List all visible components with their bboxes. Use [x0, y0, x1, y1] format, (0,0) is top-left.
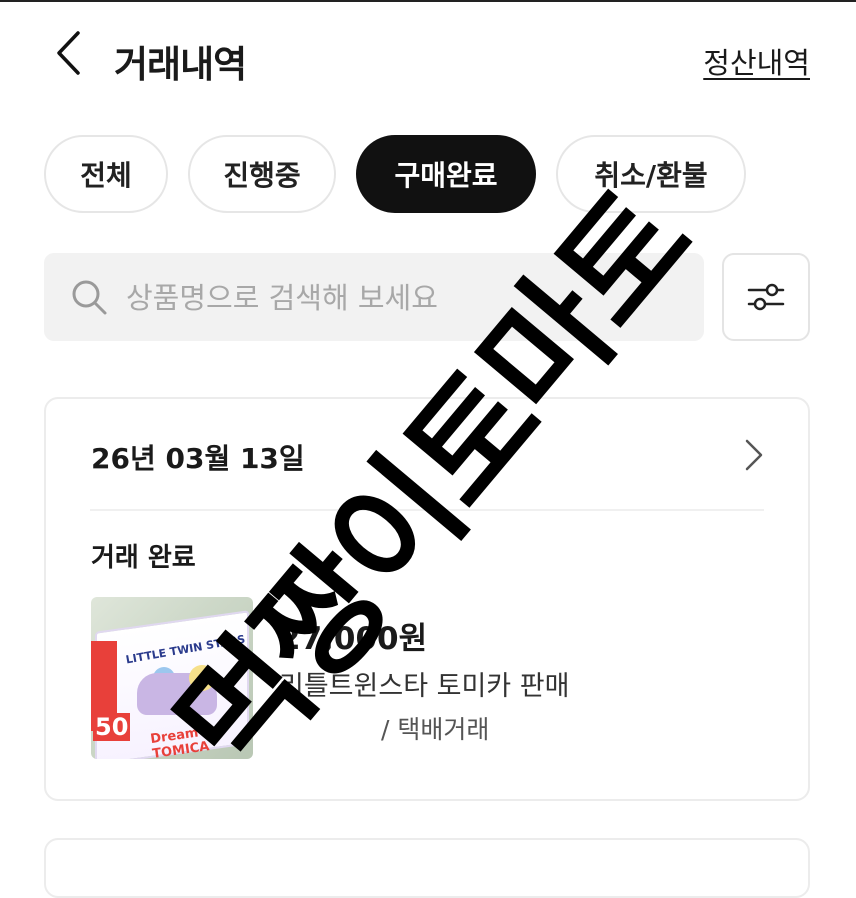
- back-button[interactable]: [48, 30, 88, 76]
- transaction-card[interactable]: 26년 03월 13일 거래 완료 LITTLE TWIN STARS 50 D…: [44, 397, 810, 801]
- search-icon: [72, 280, 107, 315]
- transaction-card[interactable]: [44, 838, 810, 898]
- filter-button[interactable]: [722, 253, 810, 341]
- character-shape: [189, 665, 215, 691]
- search-bar: [44, 253, 704, 341]
- header: 거래내역 정산내역: [0, 20, 856, 90]
- transaction-date: 26년 03월 13일: [91, 442, 305, 475]
- trade-type: / 택배거래: [381, 715, 490, 744]
- tab-cancel-refund[interactable]: 취소/환불: [556, 135, 746, 213]
- tab-purchase-complete[interactable]: 구매완료: [356, 135, 536, 213]
- tab-all[interactable]: 전체: [44, 135, 168, 213]
- sliders-icon: [747, 283, 785, 311]
- product-name: 리틀트윈스타 토미카 판매: [279, 671, 570, 702]
- top-border: [0, 0, 856, 2]
- settlement-history-link[interactable]: 정산내역: [703, 40, 810, 82]
- page-title: 거래내역: [114, 43, 247, 86]
- transaction-status: 거래 완료: [91, 543, 196, 573]
- divider: [90, 509, 764, 511]
- product-price: 27,000원: [279, 621, 428, 657]
- chevron-left-icon: [57, 31, 80, 75]
- filter-tabs: 전체 진행중 구매완료 취소/환불: [44, 135, 746, 213]
- tab-in-progress[interactable]: 진행중: [188, 135, 336, 213]
- product-thumbnail[interactable]: LITTLE TWIN STARS 50 Dream TOMICA: [91, 597, 253, 759]
- search-input[interactable]: [124, 267, 688, 329]
- chevron-right-icon[interactable]: [742, 437, 766, 473]
- thumbnail-number: 50: [93, 713, 131, 741]
